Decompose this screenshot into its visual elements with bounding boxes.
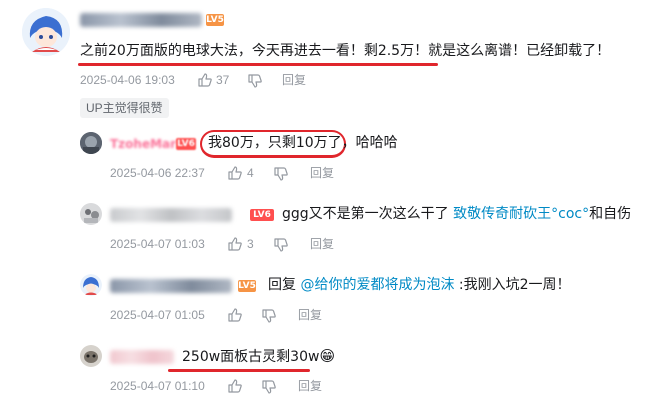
dislike-icon[interactable] — [248, 74, 262, 88]
dislike-icon[interactable] — [274, 167, 288, 181]
main-username[interactable] — [80, 12, 202, 31]
gray-avatar-icon — [80, 345, 102, 367]
main-level-badge: LV5 — [206, 14, 224, 26]
reply1-like-count: 4 — [247, 166, 254, 180]
reply3-reply-word: 回复 — [268, 277, 301, 293]
like-icon[interactable] — [228, 166, 242, 180]
reply1-date: 2025-04-06 22:37 — [110, 166, 205, 180]
main-comment-text: 之前20万面版的电球大法，今天再进去一看！剩2.5万！就是这么离谱！已经卸载了！ — [80, 43, 611, 59]
reply2-date: 2025-04-07 01:03 — [110, 237, 205, 251]
like-icon[interactable] — [228, 308, 242, 322]
reply1-text: 我80万，只剩10万了，哈哈哈 — [208, 134, 398, 152]
reply1-level-badge: LV6 — [176, 138, 196, 150]
main-avatar[interactable] — [22, 8, 70, 56]
up-liked-badge: UP主觉得很赞 — [80, 98, 169, 118]
like-icon[interactable] — [228, 237, 242, 251]
anime-avatar-icon — [22, 8, 70, 56]
reply3-text: 回复 @给你的爱都将成为泡沫 :我刚入坑2一周！ — [268, 276, 571, 294]
like-icon[interactable] — [198, 73, 212, 87]
reply2-link[interactable]: 致敬传奇耐砍王 — [453, 206, 551, 222]
reply2-like-count: 3 — [247, 237, 254, 251]
main-like-count: 37 — [216, 73, 230, 87]
reply4-reply-button[interactable]: 回复 — [298, 379, 322, 393]
reply3-content: :我刚入坑2一周！ — [454, 277, 571, 293]
reply2-avatar[interactable] — [80, 203, 102, 225]
reply2-username[interactable] — [110, 207, 232, 226]
reply4-username[interactable] — [110, 349, 174, 368]
reply2-emote: °coc° — [551, 206, 590, 222]
dislike-icon[interactable] — [274, 238, 288, 252]
dislike-icon[interactable] — [262, 309, 276, 323]
main-date: 2025-04-06 19:03 — [80, 73, 175, 87]
grin-emoji-icon: 😁 — [319, 347, 336, 365]
reply3-mention[interactable]: @给你的爱都将成为泡沫 — [300, 277, 454, 293]
like-icon[interactable] — [228, 379, 242, 393]
main-reply-button[interactable]: 回复 — [282, 73, 306, 87]
reply4-date: 2025-04-07 01:10 — [110, 379, 205, 393]
reply2-content-suffix: 和自伤 — [589, 206, 632, 222]
anime-avatar-icon — [80, 274, 102, 296]
reply2-text: ggg又不是第一次这么干了 致敬传奇耐砍王°coc°和自伤 — [282, 205, 631, 223]
reply1-content: 我80万，只剩10万了，哈哈哈 — [208, 135, 398, 151]
reply2-content-prefix: ggg又不是第一次这么干了 — [282, 206, 454, 222]
gray-avatar-icon — [80, 132, 102, 154]
reply3-avatar[interactable] — [80, 274, 102, 296]
reply4-avatar[interactable] — [80, 345, 102, 367]
reply3-date: 2025-04-07 01:05 — [110, 308, 205, 322]
reply3-reply-button[interactable]: 回复 — [298, 308, 322, 322]
reply1-avatar[interactable] — [80, 132, 102, 154]
main-annotation-underline — [78, 63, 438, 66]
gray-avatar-icon — [80, 203, 102, 225]
reply3-level-badge: LV5 — [238, 280, 256, 292]
reply2-level-badge: LV6 — [250, 209, 274, 221]
reply4-content: 250w面板古灵剩30w — [182, 349, 320, 365]
reply1-username[interactable]: TzoheMar — [110, 137, 176, 151]
reply2-reply-button[interactable]: 回复 — [310, 237, 334, 251]
reply4-annotation-underline — [168, 369, 310, 372]
dislike-icon[interactable] — [262, 380, 276, 394]
reply4-text: 250w面板古灵剩30w😁 — [182, 347, 335, 366]
reply3-username[interactable] — [110, 278, 232, 297]
reply1-reply-button[interactable]: 回复 — [310, 166, 334, 180]
